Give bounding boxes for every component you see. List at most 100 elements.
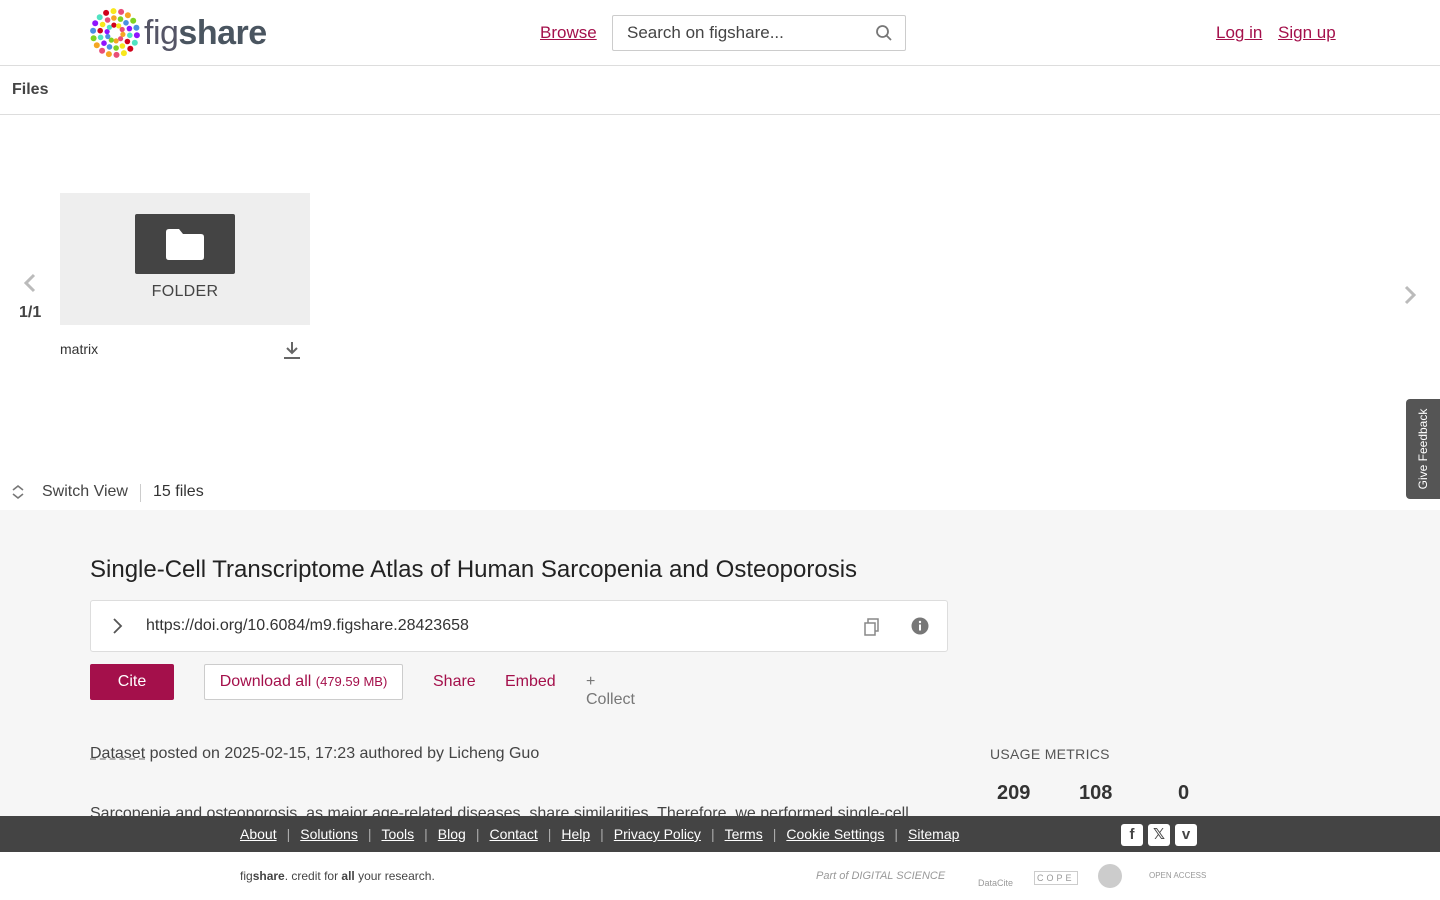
files-toolbar: Switch View 15 files [0, 478, 1440, 508]
search-box [612, 15, 906, 51]
cite-button[interactable]: Cite [90, 664, 174, 700]
divider [140, 484, 141, 502]
logo-dot [113, 45, 119, 51]
logo-dot [96, 14, 103, 21]
signup-link[interactable]: Sign up [1278, 23, 1336, 43]
footer-link-cookies[interactable]: Cookie Settings [786, 826, 884, 842]
footer-link-sitemap[interactable]: Sitemap [908, 826, 959, 842]
download-all-label: Download all [219, 673, 312, 690]
logo-dot [118, 8, 125, 15]
browse-link[interactable]: Browse [540, 23, 597, 43]
item-details: Single-Cell Transcriptome Atlas of Human… [0, 510, 1440, 816]
divider: | [547, 826, 552, 842]
logo-dot [90, 35, 97, 42]
logo-dot [111, 22, 117, 28]
collect-link[interactable]: + Collect [586, 673, 635, 709]
logo-dot [105, 51, 112, 58]
posted-text: posted on 2025-02-15, 17:23 authored by … [145, 745, 540, 762]
figshare-logo[interactable]: figshare [90, 8, 267, 58]
folder-thumbnail [135, 214, 235, 274]
divider: | [367, 826, 372, 842]
logo-dot [97, 34, 104, 41]
footer-bottom: figshare. credit for all your research. … [0, 852, 1440, 900]
logo-dot [117, 16, 124, 22]
logo-dot [101, 40, 107, 46]
logo-dot [131, 39, 138, 46]
logo-dot [99, 21, 106, 28]
logo-text: figshare [144, 13, 267, 52]
facebook-icon[interactable]: f [1121, 824, 1143, 846]
logo-dot [106, 44, 113, 50]
datacite-logo[interactable]: DataCite [978, 878, 1013, 888]
footer-link-about[interactable]: About [240, 826, 277, 842]
logo-dot [93, 42, 100, 49]
search-input[interactable] [613, 16, 863, 50]
figshare-logo-icon [90, 8, 140, 58]
metric-citations: 0 [1178, 782, 1190, 804]
logo-dot [103, 9, 110, 16]
copy-icon[interactable] [863, 617, 881, 637]
search-icon[interactable] [875, 24, 893, 42]
logo-dot [133, 24, 140, 31]
logo-dot [133, 32, 140, 39]
divider: | [600, 826, 604, 842]
metric-downloads: 108 [1079, 782, 1113, 804]
logo-dot [97, 27, 103, 34]
logo-dot [99, 47, 106, 54]
seal-logo[interactable] [1098, 864, 1122, 888]
footer-links: About | Solutions | Tools | Blog | Contact | … [240, 826, 959, 842]
site-header: figshare Browse Log in Sign up [0, 0, 1440, 66]
item-description: Sarcopenia and osteoporosis, as major ag… [90, 805, 909, 816]
logo-dot [119, 43, 126, 49]
footer-link-privacy[interactable]: Privacy Policy [614, 826, 701, 842]
divider: | [475, 826, 480, 842]
chevron-right-icon[interactable] [1400, 284, 1420, 306]
item-type-link[interactable]: Dataset [90, 745, 145, 762]
footer-tagline: figshare. credit for all your research. [240, 869, 435, 883]
file-type-label: FOLDER [151, 283, 219, 300]
cope-logo[interactable]: COPE [1034, 871, 1078, 885]
embed-link[interactable]: Embed [505, 673, 556, 691]
chevron-left-icon[interactable] [20, 272, 40, 294]
logo-dot [130, 17, 137, 24]
footer-nav: About | Solutions | Tools | Blog | Contact | … [0, 816, 1440, 852]
info-icon[interactable] [911, 617, 929, 635]
chevron-right-icon[interactable] [109, 617, 125, 635]
doi-box: https://doi.org/10.6084/m9.figshare.2842… [90, 600, 948, 652]
footer-link-contact[interactable]: Contact [489, 826, 537, 842]
download-icon[interactable] [283, 340, 301, 360]
folder-icon [166, 229, 204, 260]
login-link[interactable]: Log in [1216, 23, 1262, 43]
item-title: Single-Cell Transcriptome Atlas of Human… [90, 556, 858, 583]
file-card-folder[interactable]: FOLDER [60, 193, 310, 325]
files-header: Files [0, 66, 1440, 115]
logo-dot [106, 24, 112, 30]
footer-link-tools[interactable]: Tools [381, 826, 414, 842]
logo-dot [120, 50, 127, 57]
logo-dot [104, 17, 111, 23]
vimeo-icon[interactable]: v [1175, 824, 1197, 846]
file-name[interactable]: matrix [60, 341, 98, 357]
usage-metrics-label: USAGE METRICS [990, 746, 1110, 762]
switch-view-button[interactable]: Switch View [42, 483, 128, 501]
switch-view-icon[interactable] [10, 484, 26, 500]
footer-link-terms[interactable]: Terms [725, 826, 763, 842]
x-twitter-icon[interactable]: 𝕏 [1148, 824, 1170, 846]
digital-science-logo[interactable]: Part of DIGITAL SCIENCE [816, 870, 945, 882]
open-access-logo[interactable]: OPEN ACCESS [1149, 871, 1206, 880]
download-all-button[interactable]: Download all (479.59 MB) [204, 664, 403, 700]
share-link[interactable]: Share [433, 673, 476, 691]
logo-dot [113, 38, 119, 44]
footer-link-help[interactable]: Help [561, 826, 590, 842]
download-size: (479.59 MB) [315, 674, 388, 689]
footer-link-blog[interactable]: Blog [438, 826, 466, 842]
logo-dot [90, 27, 97, 34]
divider: | [424, 826, 428, 842]
doi-link[interactable]: https://doi.org/10.6084/m9.figshare.2842… [146, 617, 469, 635]
footer-link-solutions[interactable]: Solutions [300, 826, 358, 842]
logo-dot [92, 20, 99, 27]
logo-dot [111, 15, 117, 21]
divider: | [772, 826, 777, 842]
files-count: 15 files [153, 483, 204, 500]
page-indicator: 1/1 [19, 304, 42, 321]
